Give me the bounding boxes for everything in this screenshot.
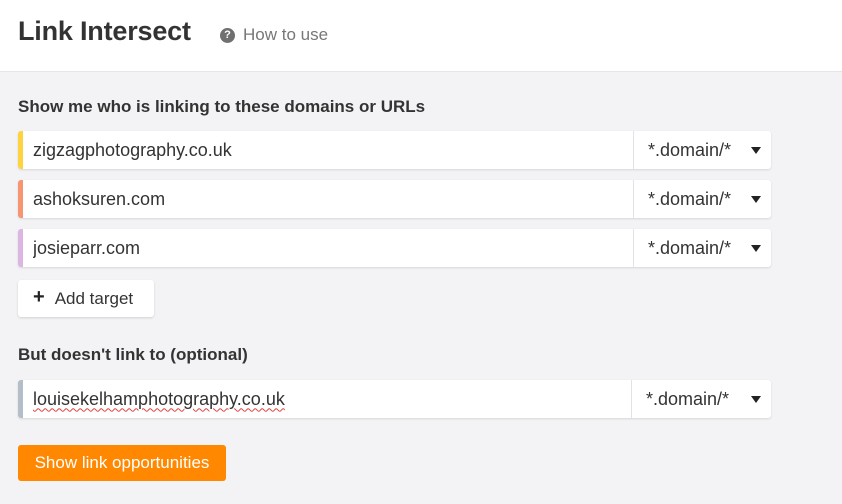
target-mode-select-3[interactable]: *.domain/* [633,229,771,267]
question-icon: ? [220,27,235,43]
exclude-input-1[interactable]: louisekelhamphotography.co.uk [23,380,631,418]
target-row-1: *.domain/* [18,131,771,169]
page-header: Link Intersect ? How to use [0,0,842,72]
add-target-button[interactable]: + Add target [18,280,154,317]
mode-select-value: *.domain/* [648,139,732,160]
target-input-2[interactable] [23,180,633,218]
caret-down-icon [751,395,761,403]
target-input-3[interactable] [23,229,633,267]
show-link-opportunities-button[interactable]: Show link opportunities [18,445,226,481]
page-title: Link Intersect [18,16,191,46]
plus-icon: + [33,286,45,308]
target-row-3: *.domain/* [18,229,771,267]
target-row-2: *.domain/* [18,180,771,218]
caret-down-icon [751,244,761,252]
exclude-mode-select-1[interactable]: *.domain/* [631,380,771,418]
caret-down-icon [751,146,761,154]
add-target-label: Add target [54,288,134,308]
exclude-input-value: louisekelhamphotography.co.uk [33,388,285,409]
mode-select-value: *.domain/* [646,388,730,409]
target-mode-select-2[interactable]: *.domain/* [633,180,771,218]
mode-select-value: *.domain/* [648,237,732,258]
target-input-1[interactable] [23,131,633,169]
targets-section-label: Show me who is linking to these domains … [18,97,426,116]
exclude-section-label: But doesn't link to (optional) [18,345,248,364]
caret-down-icon [751,195,761,203]
mode-select-value: *.domain/* [648,188,732,209]
how-to-use-link[interactable]: ? How to use [220,25,328,45]
exclude-row-1: louisekelhamphotography.co.uk *.domain/* [18,380,771,418]
how-to-use-label: How to use [243,25,329,44]
target-mode-select-1[interactable]: *.domain/* [633,131,771,169]
